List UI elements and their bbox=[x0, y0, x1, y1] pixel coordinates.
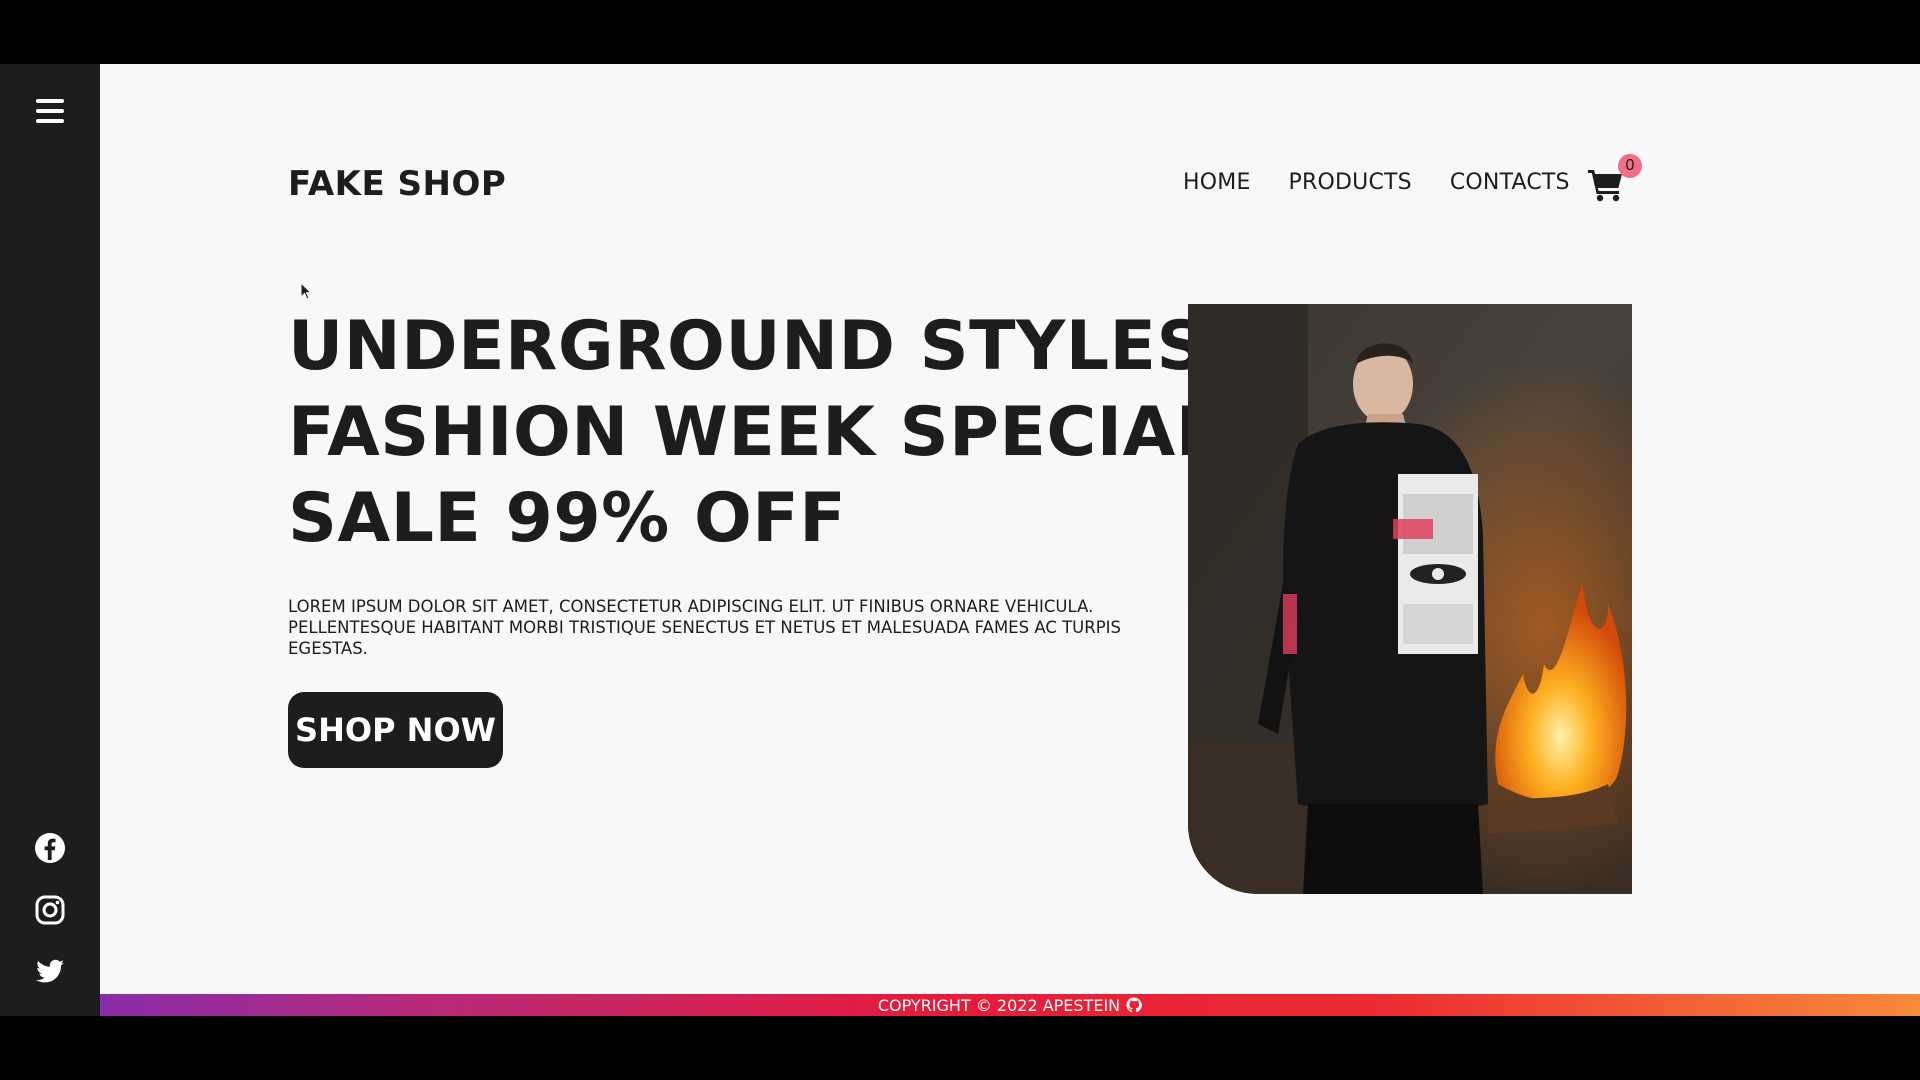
footer: COPYRIGHT © 2022 APESTEIN bbox=[100, 994, 1920, 1016]
hero-title-line: SALE 99% OFF bbox=[288, 479, 847, 558]
hero-title-line: UNDERGROUND STYLES bbox=[288, 307, 1206, 386]
hero-description: LOREM IPSUM DOLOR SIT AMET, CONSECTETUR … bbox=[288, 597, 1122, 658]
copyright-text: COPYRIGHT © 2022 APESTEIN bbox=[877, 995, 1121, 1015]
main-nav: HOME PRODUCTS CONTACTS bbox=[1183, 170, 1570, 195]
cart-button[interactable]: 0 bbox=[1588, 154, 1642, 208]
github-icon[interactable] bbox=[1126, 997, 1143, 1013]
cart-icon bbox=[1588, 170, 1622, 202]
hamburger-menu-icon[interactable] bbox=[36, 99, 64, 123]
cart-count-badge: 0 bbox=[1618, 154, 1642, 178]
mouse-cursor-icon bbox=[300, 282, 313, 300]
facebook-icon[interactable] bbox=[34, 832, 66, 864]
hero-image bbox=[1188, 304, 1632, 894]
twitter-icon[interactable] bbox=[34, 955, 66, 987]
hero-title-line: FASHION WEEK SPECIAL bbox=[288, 393, 1220, 472]
app-viewport: FAKE SHOP HOME PRODUCTS CONTACTS 0 UNDER… bbox=[0, 64, 1920, 1016]
nav-products[interactable]: PRODUCTS bbox=[1289, 170, 1412, 195]
shop-now-button[interactable]: SHOP NOW bbox=[288, 692, 503, 768]
sidebar bbox=[0, 64, 100, 1016]
hero-title: UNDERGROUND STYLES FASHION WEEK SPECIAL … bbox=[288, 304, 1220, 562]
instagram-icon[interactable] bbox=[34, 894, 66, 926]
nav-home[interactable]: HOME bbox=[1183, 170, 1251, 195]
brand-logo[interactable]: FAKE SHOP bbox=[288, 164, 506, 204]
nav-contacts[interactable]: CONTACTS bbox=[1450, 170, 1570, 195]
